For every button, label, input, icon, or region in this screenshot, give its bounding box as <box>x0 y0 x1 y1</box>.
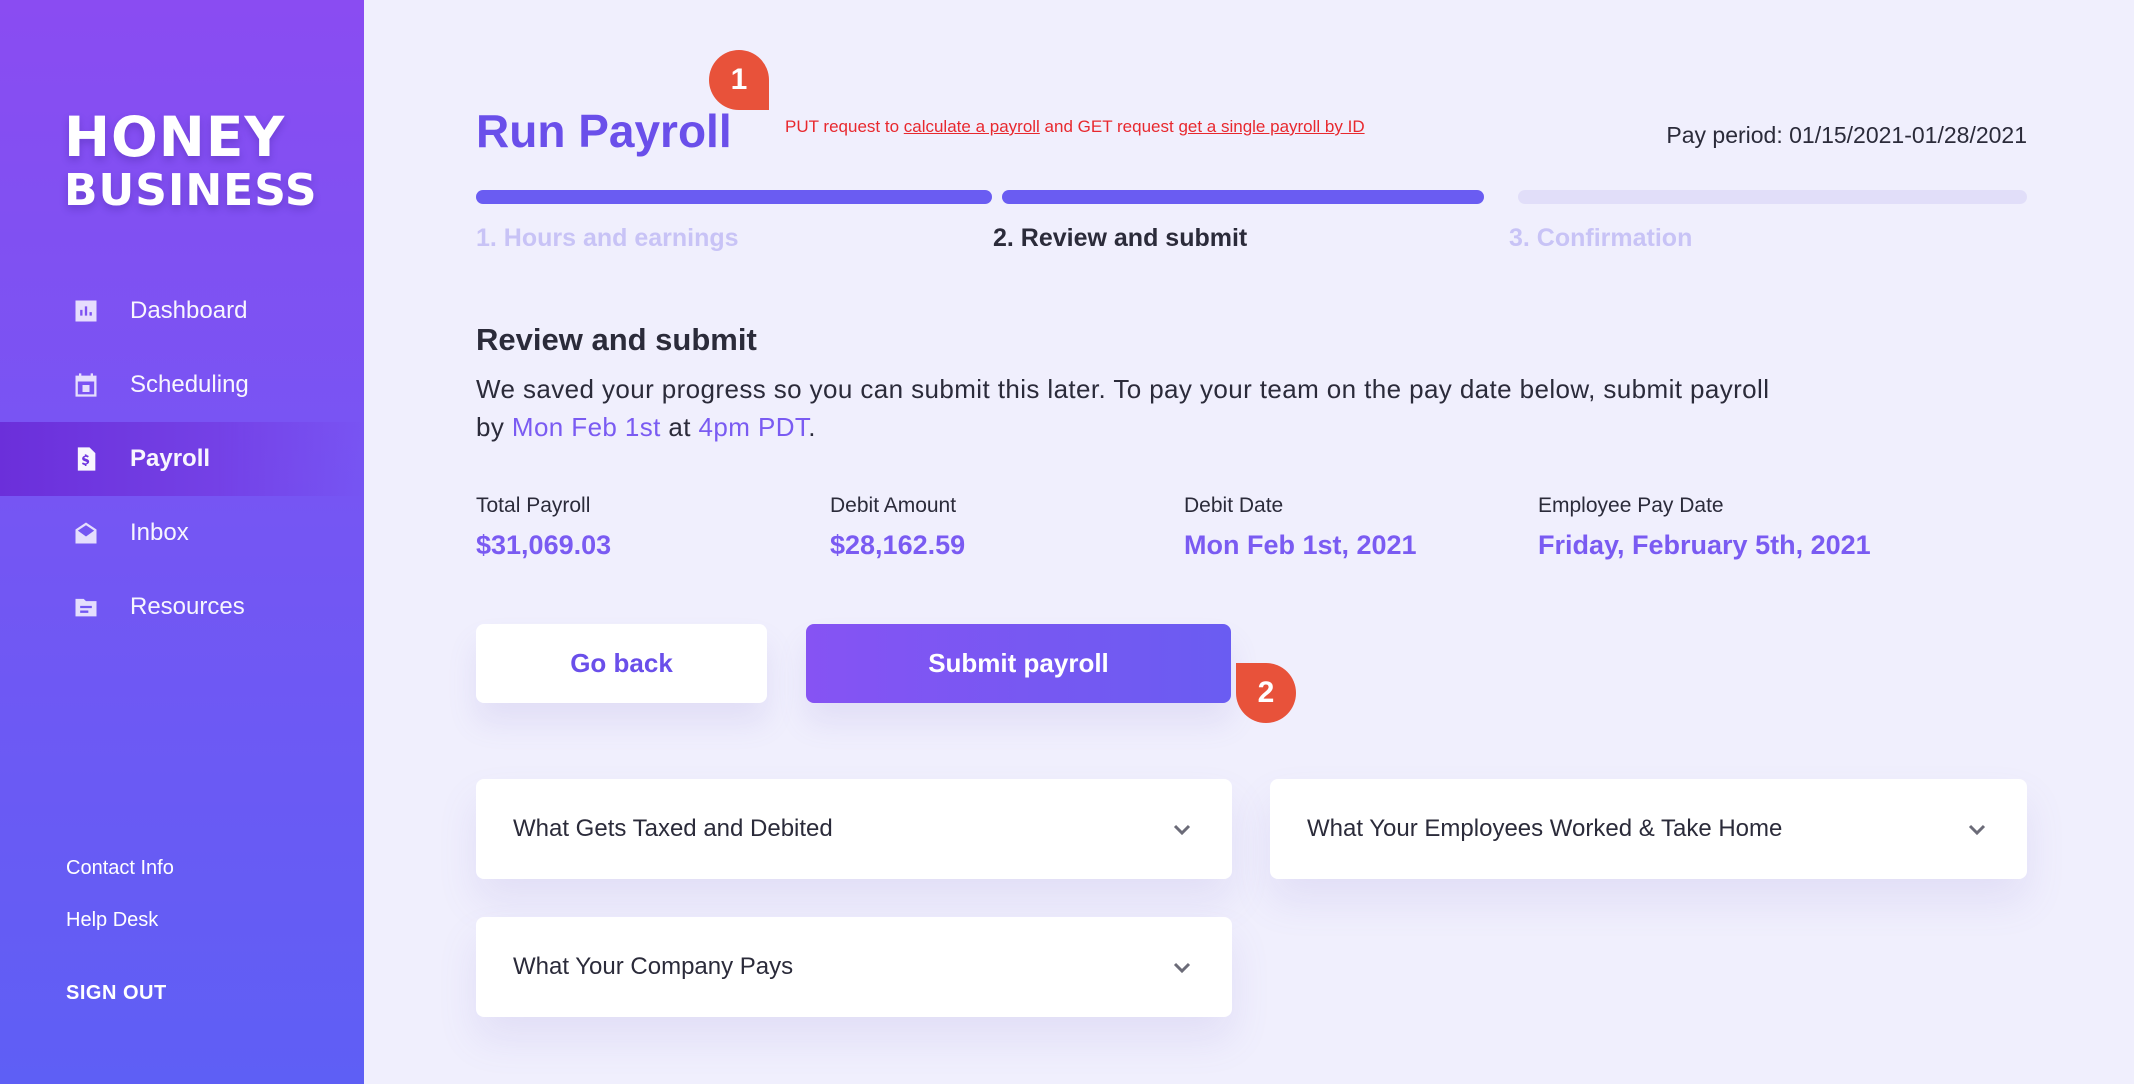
step-bar-3 <box>1518 190 2027 204</box>
sidebar-item-label: Scheduling <box>130 371 249 398</box>
accordion-taxed-debited[interactable]: What Gets Taxed and Debited <box>476 779 1232 879</box>
step-label-review[interactable]: 2. Review and submit <box>993 224 1247 253</box>
sidebar-nav: Dashboard Scheduling Payroll Inbox Resou… <box>0 274 364 644</box>
sidebar-item-label: Payroll <box>130 445 211 472</box>
api-note-prefix: PUT request to <box>785 117 904 136</box>
sidebar: HONEY BUSINESS Dashboard Scheduling Payr… <box>0 0 364 1084</box>
pay-period: Pay period: 01/15/2021-01/28/2021 <box>1666 122 2027 148</box>
annotation-badge-1: 1 <box>709 50 769 110</box>
stat-label: Debit Amount <box>830 494 957 517</box>
dollar-document-icon <box>72 445 100 473</box>
sidebar-item-scheduling[interactable]: Scheduling <box>0 348 364 422</box>
stat-label: Employee Pay Date <box>1538 494 1724 517</box>
calculate-payroll-link[interactable]: calculate a payroll <box>904 117 1040 136</box>
stat-value: $31,069.03 <box>476 530 612 560</box>
stat-value: Mon Feb 1st, 2021 <box>1184 530 1417 560</box>
sidebar-item-label: Resources <box>130 593 245 620</box>
sidebar-item-inbox[interactable]: Inbox <box>0 496 364 570</box>
contact-info-link[interactable]: Contact Info <box>66 854 174 906</box>
desc-at: at <box>660 412 699 442</box>
step-label-hours[interactable]: 1. Hours and earnings <box>476 224 739 253</box>
envelope-icon <box>72 519 100 547</box>
sidebar-footer-links: Contact Info Help Desk <box>66 854 174 958</box>
stat-employee-pay-date: Employee Pay Date Friday, February 5th, … <box>1538 494 1871 561</box>
brand-line-1: HONEY <box>64 105 286 169</box>
chevron-down-icon <box>1173 824 1191 836</box>
step-label-confirmation: 3. Confirmation <box>1509 224 1693 252</box>
api-note-middle: and GET request <box>1039 117 1179 136</box>
submit-payroll-button[interactable]: Submit payroll <box>806 624 1231 703</box>
chevron-down-icon <box>1968 824 1986 836</box>
stat-value: Friday, February 5th, 2021 <box>1538 530 1871 560</box>
sidebar-item-label: Dashboard <box>130 297 248 324</box>
page-title: Run Payroll <box>476 105 732 157</box>
desc-end: . <box>808 412 816 442</box>
calendar-icon <box>72 371 100 399</box>
step-bar-1 <box>476 190 992 204</box>
brand-logo[interactable]: HONEY BUSINESS <box>64 110 318 218</box>
chart-icon <box>72 297 100 325</box>
stat-label: Debit Date <box>1184 494 1284 517</box>
accordion-label: What Your Employees Worked & Take Home <box>1307 815 1783 842</box>
sidebar-item-dashboard[interactable]: Dashboard <box>0 274 364 348</box>
sidebar-item-resources[interactable]: Resources <box>0 570 364 644</box>
chevron-down-icon <box>1173 962 1191 974</box>
submit-by-time: 4pm PDT <box>698 412 809 442</box>
section-title: Review and submit <box>476 322 757 357</box>
accordion-company-pays[interactable]: What Your Company Pays <box>476 917 1232 1017</box>
sidebar-item-label: Inbox <box>130 519 189 546</box>
stat-debit-amount: Debit Amount $28,162.59 <box>830 494 965 561</box>
submit-by-date: Mon Feb 1st <box>511 412 661 442</box>
help-desk-link[interactable]: Help Desk <box>66 906 174 958</box>
review-description: We saved your progress so you can submit… <box>476 370 1776 446</box>
stat-debit-date: Debit Date Mon Feb 1st, 2021 <box>1184 494 1417 561</box>
accordion-label: What Gets Taxed and Debited <box>513 815 833 842</box>
folder-icon <box>72 593 100 621</box>
get-payroll-link[interactable]: get a single payroll by ID <box>1178 117 1364 136</box>
go-back-button[interactable]: Go back <box>476 624 767 703</box>
progress-steps <box>476 190 2027 206</box>
api-note: PUT request to calculate a payroll and G… <box>785 117 1365 137</box>
accordion-label: What Your Company Pays <box>513 953 794 980</box>
stat-value: $28,162.59 <box>830 530 966 560</box>
step-bar-2 <box>1002 190 1484 204</box>
annotation-badge-2: 2 <box>1236 663 1296 723</box>
sidebar-item-payroll[interactable]: Payroll <box>0 422 364 496</box>
stat-total-payroll: Total Payroll $31,069.03 <box>476 494 611 561</box>
stat-label: Total Payroll <box>476 494 591 517</box>
brand-line-2: BUSINESS <box>64 165 318 216</box>
accordion-employees-take-home[interactable]: What Your Employees Worked & Take Home <box>1270 779 2027 879</box>
sign-out-link[interactable]: SIGN OUT <box>66 982 167 1005</box>
